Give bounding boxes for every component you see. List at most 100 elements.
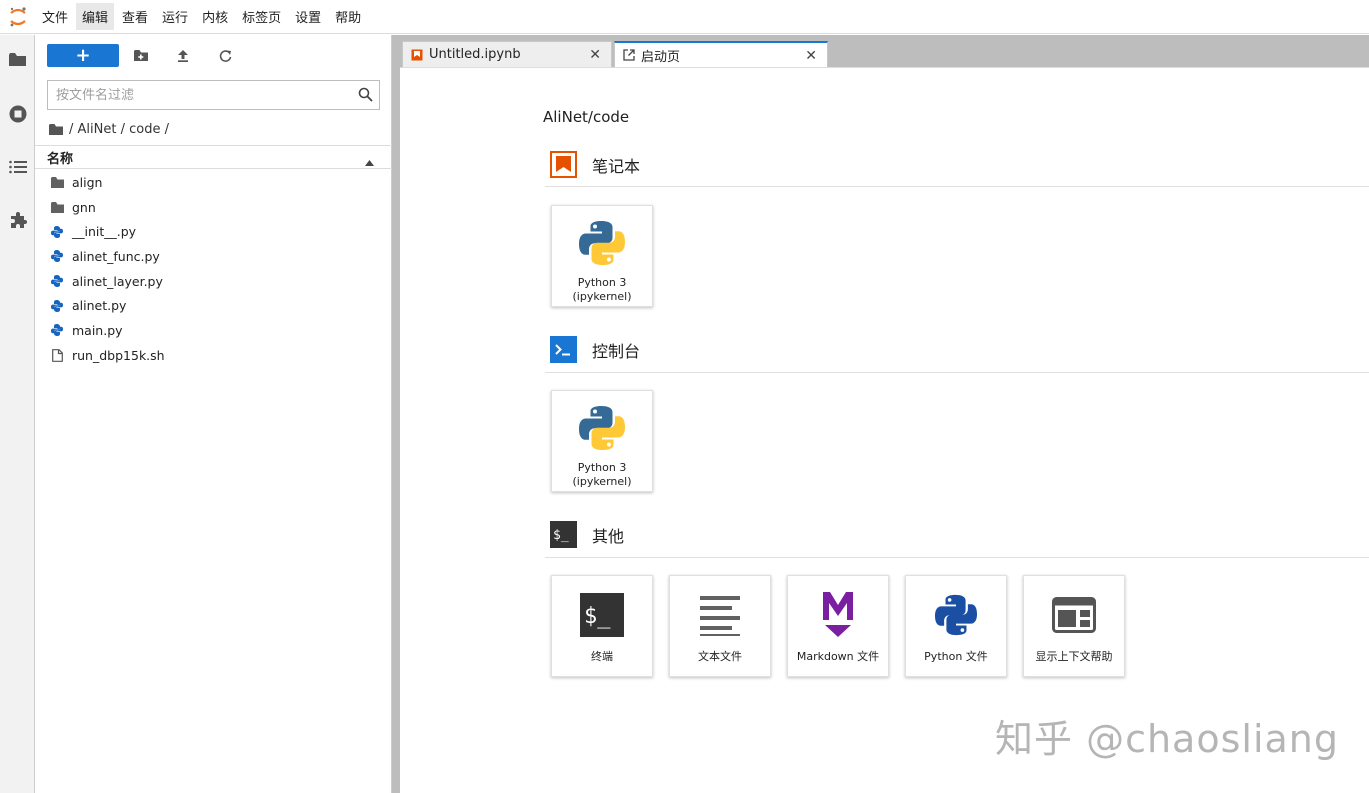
upload-icon[interactable] bbox=[172, 45, 194, 67]
card-console-python3[interactable]: Python 3 (ipykernel) bbox=[551, 390, 653, 492]
menu-settings[interactable]: 设置 bbox=[289, 3, 327, 30]
activity-rail bbox=[0, 35, 35, 793]
folder-icon bbox=[50, 200, 64, 214]
python-icon bbox=[50, 225, 64, 239]
tab-label: 启动页 bbox=[641, 49, 681, 65]
section-divider bbox=[545, 186, 1369, 187]
menu-run[interactable]: 运行 bbox=[156, 3, 194, 30]
section-console-header: 控制台 bbox=[550, 336, 640, 363]
python-icon bbox=[50, 299, 64, 313]
section-other-header: $_ 其他 bbox=[550, 521, 624, 548]
list-item[interactable]: gnn bbox=[35, 195, 392, 220]
card-label: 文本文件 bbox=[698, 650, 742, 663]
section-notebook-header: 笔记本 bbox=[550, 151, 640, 178]
console-icon bbox=[550, 336, 577, 363]
python-logo-icon bbox=[579, 216, 625, 270]
table-of-contents-icon[interactable] bbox=[0, 150, 35, 184]
file-icon bbox=[50, 348, 64, 362]
jupyter-logo-icon bbox=[0, 0, 36, 34]
list-item[interactable]: run_dbp15k.sh bbox=[35, 343, 392, 368]
markdown-icon bbox=[821, 588, 855, 642]
home-folder-icon[interactable] bbox=[49, 123, 63, 135]
section-divider bbox=[545, 372, 1369, 373]
card-label-line1: Python 3 bbox=[577, 461, 627, 474]
notebook-icon bbox=[550, 151, 577, 178]
menu-tabs[interactable]: 标签页 bbox=[236, 3, 287, 30]
python-icon bbox=[50, 323, 64, 337]
new-launcher-button[interactable]: + bbox=[47, 44, 119, 67]
section-title: 其他 bbox=[592, 526, 625, 546]
file-browser-toolbar: + bbox=[35, 35, 392, 77]
menu-bar: 文件 编辑 查看 运行 内核 标签页 设置 帮助 bbox=[0, 0, 1369, 34]
card-label: Python 3 (ipykernel) bbox=[552, 461, 652, 489]
list-item[interactable]: __init__.py bbox=[35, 219, 392, 244]
python-icon bbox=[50, 274, 64, 288]
refresh-icon[interactable] bbox=[214, 45, 236, 67]
menu-kernel[interactable]: 内核 bbox=[196, 3, 234, 30]
svg-text:$_: $_ bbox=[553, 528, 569, 543]
breadcrumb: / AliNet / code / bbox=[49, 119, 169, 139]
card-markdown-file[interactable]: Markdown 文件 bbox=[787, 575, 889, 677]
card-label-line2: (ipykernel) bbox=[572, 290, 632, 303]
file-filter-input[interactable] bbox=[56, 87, 346, 103]
notebook-icon bbox=[411, 49, 423, 61]
list-item[interactable]: alinet_layer.py bbox=[35, 269, 392, 294]
file-name: alinet_layer.py bbox=[72, 273, 163, 289]
folder-icon bbox=[50, 175, 64, 189]
file-list: align gnn __init__.py alinet_func.py ali… bbox=[35, 170, 392, 368]
list-item[interactable]: alinet.py bbox=[35, 293, 392, 318]
running-icon[interactable] bbox=[0, 97, 35, 131]
sort-caret-icon bbox=[365, 155, 374, 170]
menu-edit[interactable]: 编辑 bbox=[76, 3, 115, 30]
launcher-panel: AliNet/code 笔记本 Python 3 (ipykernel) 控制台… bbox=[400, 67, 1369, 793]
text-file-icon bbox=[699, 588, 741, 642]
file-name: alinet_func.py bbox=[72, 248, 160, 264]
list-item[interactable]: alinet_func.py bbox=[35, 244, 392, 269]
card-notebook-python3[interactable]: Python 3 (ipykernel) bbox=[551, 205, 653, 307]
card-label: 显示上下文帮助 bbox=[1035, 650, 1113, 663]
tab-untitled-notebook[interactable]: Untitled.ipynb ✕ bbox=[402, 41, 612, 67]
file-name: gnn bbox=[72, 199, 96, 215]
new-folder-icon[interactable] bbox=[130, 45, 152, 67]
python-icon bbox=[50, 249, 64, 263]
section-title: 控制台 bbox=[592, 341, 641, 361]
card-label: Python 文件 bbox=[924, 650, 988, 663]
close-icon[interactable]: ✕ bbox=[589, 47, 601, 63]
tab-label: Untitled.ipynb bbox=[429, 47, 521, 62]
folder-icon[interactable] bbox=[0, 43, 35, 77]
file-name: align bbox=[72, 174, 103, 190]
breadcrumb-path[interactable]: / AliNet / code / bbox=[69, 122, 169, 137]
list-item[interactable]: align bbox=[35, 170, 392, 195]
current-directory: AliNet/code bbox=[543, 108, 630, 126]
column-header-name[interactable]: 名称 bbox=[35, 145, 392, 169]
terminal-icon: $_ bbox=[580, 588, 624, 642]
section-title: 笔记本 bbox=[592, 156, 641, 176]
tab-launcher[interactable]: 启动页 ✕ bbox=[614, 41, 828, 67]
menu-help[interactable]: 帮助 bbox=[329, 3, 367, 30]
card-label-line2: (ipykernel) bbox=[572, 475, 632, 488]
card-python-file[interactable]: Python 文件 bbox=[905, 575, 1007, 677]
file-name: run_dbp15k.sh bbox=[72, 347, 165, 363]
file-name: alinet.py bbox=[72, 298, 127, 314]
list-item[interactable]: main.py bbox=[35, 318, 392, 343]
file-name: main.py bbox=[72, 322, 123, 338]
column-name-label: 名称 bbox=[47, 151, 74, 167]
context-help-icon bbox=[1052, 588, 1096, 642]
card-text-file[interactable]: 文本文件 bbox=[669, 575, 771, 677]
menu-file[interactable]: 文件 bbox=[36, 3, 74, 30]
terminal-icon: $_ bbox=[550, 521, 577, 548]
tab-bar: Untitled.ipynb ✕ 启动页 ✕ bbox=[400, 35, 1369, 67]
extension-icon[interactable] bbox=[0, 203, 35, 237]
card-label-line1: Python 3 bbox=[577, 276, 627, 289]
launcher-icon bbox=[623, 49, 635, 61]
search-icon bbox=[358, 87, 373, 106]
svg-text:$_: $_ bbox=[584, 604, 611, 629]
python-logo-icon bbox=[579, 401, 625, 455]
panel-splitter[interactable] bbox=[392, 35, 400, 793]
close-icon[interactable]: ✕ bbox=[805, 48, 817, 64]
file-filter bbox=[47, 80, 380, 110]
python-file-icon bbox=[935, 588, 977, 642]
card-context-help[interactable]: 显示上下文帮助 bbox=[1023, 575, 1125, 677]
card-terminal[interactable]: $_ 终端 bbox=[551, 575, 653, 677]
menu-view[interactable]: 查看 bbox=[116, 3, 154, 30]
